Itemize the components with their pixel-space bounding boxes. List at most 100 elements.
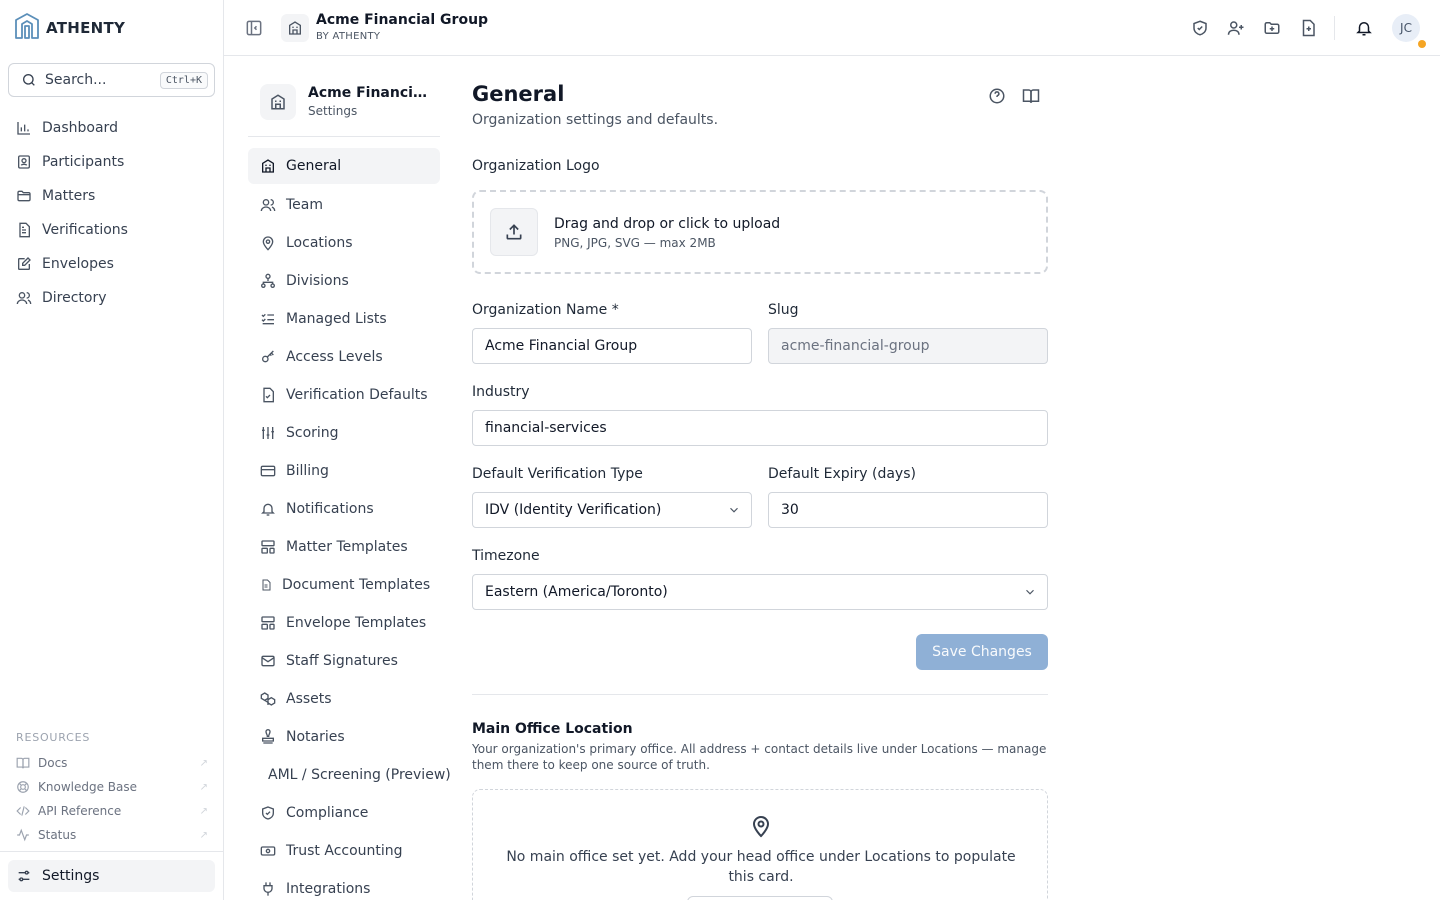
settings-tab-locations[interactable]: Locations [248, 224, 456, 262]
file-plus-icon [1302, 19, 1315, 37]
org-switcher-icon[interactable] [281, 14, 309, 42]
resource-docs[interactable]: Docs ↗ [16, 751, 208, 775]
settings-tab-integrations[interactable]: Integrations [248, 870, 456, 900]
file-check-icon [263, 387, 274, 403]
banknote-icon [260, 846, 276, 856]
expiry-input[interactable]: 30 [768, 492, 1048, 528]
settings-tab-trust-accounting[interactable]: Trust Accounting [248, 832, 456, 870]
settings-tab-team[interactable]: Team [248, 186, 456, 224]
settings-tab-assets[interactable]: Assets [248, 680, 456, 718]
settings-tab-managed-lists[interactable]: Managed Lists [248, 300, 456, 338]
divider [248, 136, 440, 137]
upload-title: Drag and drop or click to upload [554, 216, 781, 232]
org-name-input[interactable]: Acme Financial Group [472, 328, 752, 364]
app-sidebar: ATHENTY Search... Ctrl+K Dashboard Parti… [0, 0, 224, 900]
settings-tab-compliance[interactable]: Compliance [248, 794, 456, 832]
go-to-locations-button[interactable] [687, 896, 833, 900]
settings-tab-verification-defaults[interactable]: Verification Defaults [248, 376, 456, 414]
logo-label: Organization Logo [472, 158, 600, 174]
book-icon [16, 757, 30, 769]
settings-tab-divisions[interactable]: Divisions [248, 262, 456, 300]
bell-icon [1356, 22, 1372, 36]
slug-value: acme-financial-group [781, 338, 930, 354]
page-subtitle: Organization settings and defaults. [472, 112, 719, 128]
timezone-label: Timezone [472, 548, 540, 564]
help-button[interactable] [988, 87, 1008, 107]
nav-item-label: Verifications [42, 222, 128, 238]
org-card-name: Acme Financial Group [308, 85, 434, 101]
settings-tab-matter-templates[interactable]: Matter Templates [248, 528, 456, 566]
settings-tab-scoring[interactable]: Scoring [248, 414, 456, 452]
org-subtitle: BY ATHENTY [316, 31, 381, 42]
settings-tab-label: Verification Defaults [286, 387, 428, 403]
new-matter-button[interactable] [1262, 18, 1282, 38]
industry-label: Industry [472, 384, 530, 400]
nav-item-dashboard[interactable]: Dashboard [8, 111, 215, 145]
settings-tab-label: Notaries [286, 729, 345, 745]
plug-icon [263, 882, 273, 896]
nav-item-envelopes[interactable]: Envelopes [8, 247, 215, 281]
settings-tab-label: Assets [286, 691, 332, 707]
org-name-value: Acme Financial Group [485, 338, 638, 354]
settings-org-card: Acme Financial Group Settings [260, 84, 440, 136]
settings-tab-label: Matter Templates [286, 539, 408, 555]
expiry-value: 30 [781, 502, 799, 518]
docs-button[interactable] [1022, 87, 1042, 107]
user-avatar[interactable]: JC [1392, 14, 1420, 42]
settings-tab-label: Access Levels [286, 349, 383, 365]
resource-knowledge-base[interactable]: Knowledge Base ↗ [16, 775, 208, 799]
chevron-down-icon [730, 507, 738, 513]
new-document-button[interactable] [1298, 18, 1318, 38]
settings-tab-label: Integrations [286, 881, 371, 897]
add-participant-button[interactable] [1226, 18, 1246, 38]
verification-type-select[interactable]: IDV (Identity Verification) [472, 492, 752, 528]
org-logo-placeholder [260, 84, 296, 120]
settings-tab-access-levels[interactable]: Access Levels [248, 338, 456, 376]
nav-item-verifications[interactable]: Verifications [8, 213, 215, 247]
building-icon [262, 159, 274, 173]
sidebar-toggle-button[interactable] [244, 18, 264, 38]
verify-shield-button[interactable] [1190, 18, 1210, 38]
building-icon [271, 94, 285, 110]
slug-input[interactable]: acme-financial-group [768, 328, 1048, 364]
settings-tab-envelope-templates[interactable]: Envelope Templates [248, 604, 456, 642]
org-name[interactable]: Acme Financial Group [316, 12, 488, 28]
resource-api-reference[interactable]: API Reference ↗ [16, 799, 208, 823]
settings-tab-staff-signatures[interactable]: Staff Signatures [248, 642, 456, 680]
id-card-icon [18, 155, 30, 169]
nav-item-participants[interactable]: Participants [8, 145, 215, 179]
nav-item-directory[interactable]: Directory [8, 281, 215, 315]
help-circle-icon [989, 88, 1005, 104]
boxes-icon [260, 692, 276, 706]
main-nav: Dashboard Participants Matters Verificat… [8, 111, 215, 315]
resource-status[interactable]: Status ↗ [16, 823, 208, 847]
main-office-empty-message: No main office set yet. Add your head of… [506, 849, 1016, 885]
search-input[interactable]: Search... Ctrl+K [8, 63, 215, 97]
main-office-title: Main Office Location [472, 721, 633, 737]
settings-tab-billing[interactable]: Billing [248, 452, 456, 490]
nav-item-settings[interactable]: Settings [8, 860, 215, 892]
settings-tab-general[interactable]: General [248, 148, 440, 184]
resources-list: Docs ↗ Knowledge Base ↗ API Reference ↗ … [16, 751, 208, 847]
mail-icon [261, 655, 275, 667]
settings-tab-label: Staff Signatures [286, 653, 398, 669]
document-icon [19, 222, 30, 238]
notifications-button[interactable] [1354, 18, 1374, 38]
nav-item-matters[interactable]: Matters [8, 179, 215, 213]
brand-logo[interactable]: ATHENTY [14, 13, 125, 42]
search-placeholder: Search... [45, 72, 107, 88]
signature-icon [18, 257, 31, 270]
divider [472, 694, 1048, 695]
save-changes-button[interactable]: Save Changes [916, 634, 1048, 670]
settings-tab-label: Managed Lists [286, 311, 387, 327]
industry-input[interactable]: financial-services [472, 410, 1048, 446]
settings-tab-notaries[interactable]: Notaries [248, 718, 456, 756]
settings-tab-document-templates[interactable]: Document Templates [248, 566, 456, 604]
sliders-vertical-icon [262, 427, 274, 439]
settings-tab-notifications[interactable]: Notifications [248, 490, 456, 528]
timezone-select[interactable]: Eastern (America/Toronto) [472, 574, 1048, 610]
page-title: General [472, 82, 565, 106]
pulse-icon [17, 828, 29, 842]
logo-upload-dropzone[interactable]: Drag and drop or click to upload PNG, JP… [472, 190, 1048, 274]
settings-tab-aml-screening[interactable]: AML / Screening (Preview) [248, 756, 456, 794]
